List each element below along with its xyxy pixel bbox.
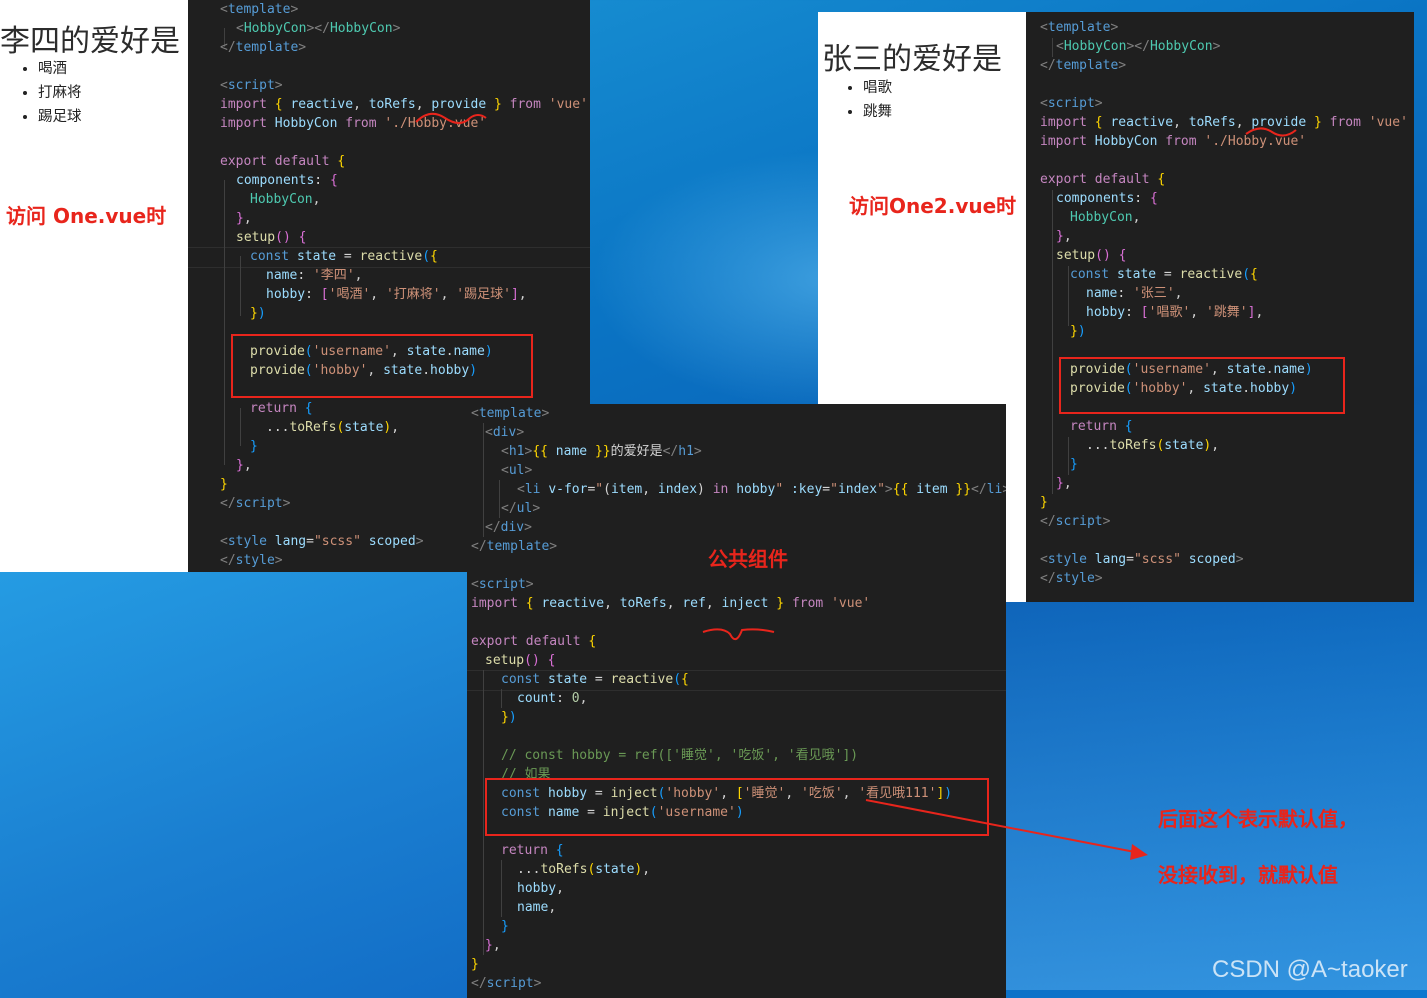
underline-squiggle-left (415, 112, 487, 124)
hand-drawn-annotations (415, 112, 1297, 860)
underline-squiggle-center (702, 628, 775, 641)
annotation-arrow (865, 799, 1141, 854)
annotation-arrow-head (1130, 844, 1148, 860)
underline-squiggle-right (1245, 127, 1297, 137)
